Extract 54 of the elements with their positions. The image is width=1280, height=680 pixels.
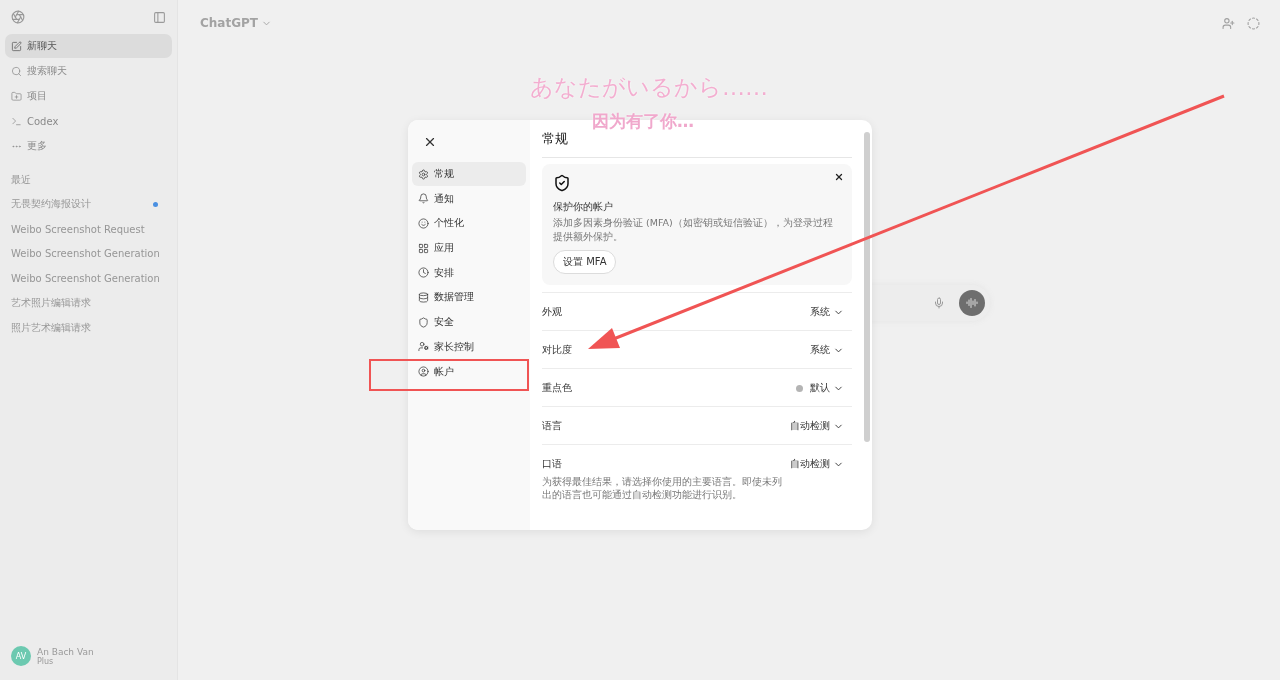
setting-label: 重点色 <box>542 382 572 395</box>
sidebar-toggle-icon[interactable] <box>153 10 166 24</box>
smile-icon <box>418 217 429 229</box>
folder-icon <box>11 90 22 102</box>
setting-dropdown[interactable]: 自动检测 <box>790 458 852 471</box>
settings-tab[interactable]: 应用 <box>412 236 526 261</box>
settings-icon <box>418 168 429 180</box>
settings-tab[interactable]: 安排 <box>412 260 526 285</box>
setting-dropdown[interactable]: 系统 <box>810 306 852 319</box>
setting-dropdown[interactable]: 系统 <box>810 344 852 357</box>
card-title: 保护你的帐户 <box>553 200 614 214</box>
database-icon <box>418 291 429 303</box>
scrollbar[interactable] <box>864 132 870 442</box>
setting-dropdown[interactable]: 自动检测 <box>790 420 852 433</box>
sidebar-item[interactable]: 新聊天 <box>5 34 172 58</box>
compose-icon <box>11 40 22 52</box>
settings-heading: 常规 <box>542 130 852 158</box>
section-title: 最近 <box>10 173 32 187</box>
annotation-text: 因为有了你… <box>592 110 694 133</box>
bell-icon <box>418 193 429 205</box>
setting-label: 对比度 <box>542 344 572 357</box>
close-icon <box>834 172 844 182</box>
shield-icon <box>418 316 429 328</box>
settings-tab[interactable]: 安全 <box>412 310 526 335</box>
annotation-text: あなたがいるから…… <box>530 73 768 102</box>
clock-icon <box>418 267 429 279</box>
user-name: An Bach Van <box>37 646 94 657</box>
search-icon <box>11 65 22 77</box>
settings-tab[interactable]: 家长控制 <box>412 334 526 359</box>
setting-label: 外观 <box>542 306 562 319</box>
setting-label: 口语 <box>542 458 562 471</box>
voice-button[interactable] <box>959 290 985 316</box>
settings-tab[interactable]: 个性化 <box>412 211 526 236</box>
close-icon <box>423 135 437 149</box>
card-description: 添加多因素身份验证 (MFA)（如密钥或短信验证），为登录过程提供额外保护。 <box>553 216 834 244</box>
settings-tab[interactable]: 数据管理 <box>412 285 526 310</box>
settings-tab[interactable]: 通知 <box>412 186 526 211</box>
dismiss-button[interactable] <box>834 172 844 182</box>
setting-dropdown[interactable]: 默认 <box>796 382 852 395</box>
plan-label: Plus <box>37 656 55 666</box>
setup-mfa-button[interactable]: 设置 MFA <box>553 250 617 274</box>
terminal-icon <box>11 115 22 127</box>
add-person-icon[interactable] <box>1222 16 1235 30</box>
settings-tab[interactable]: 帐户 <box>412 359 526 384</box>
grid-icon <box>418 242 429 254</box>
dashed-circle-icon[interactable] <box>1247 16 1260 30</box>
user-circle-icon <box>418 366 429 377</box>
setting-note: 为获得最佳结果，请选择你使用的主要语言。即使未列出的语言也可能通过自动检测功能进行识别。 <box>542 475 782 501</box>
setting-label: 语言 <box>542 420 562 433</box>
settings-tab[interactable]: 常规 <box>412 162 526 186</box>
logo-icon[interactable] <box>11 10 25 24</box>
waveform-icon <box>966 297 978 309</box>
user-gear-icon <box>418 341 429 353</box>
microphone-icon[interactable] <box>933 297 945 309</box>
